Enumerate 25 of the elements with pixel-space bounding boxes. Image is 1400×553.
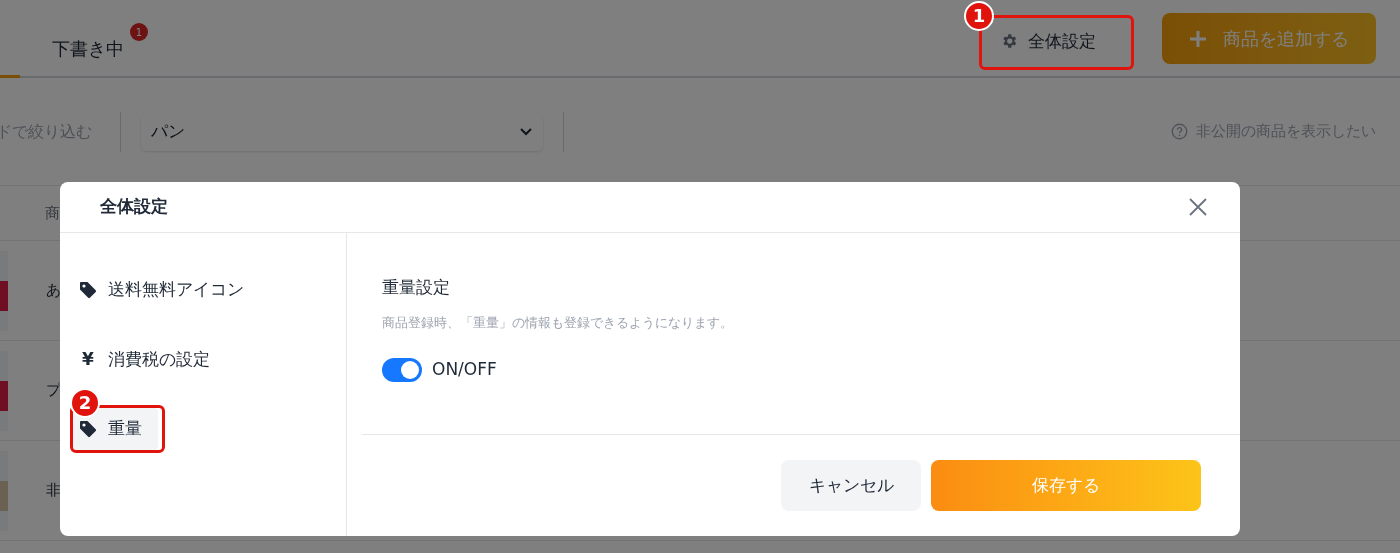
- section-title: 重量設定: [382, 276, 451, 299]
- cancel-button[interactable]: キャンセル: [781, 460, 921, 511]
- section-description: 商品登録時、「重量」の情報も登録できるようになります。: [382, 313, 734, 332]
- column-header: 商: [45, 202, 60, 224]
- settings-menu-item[interactable]: ¥ 消費税の設定: [70, 338, 226, 380]
- toggle-switch[interactable]: [382, 357, 422, 382]
- table-cell-text: 非: [46, 480, 61, 502]
- tag-icon: [78, 279, 98, 300]
- table-cell-text: あ: [46, 280, 61, 302]
- step-badge: 1: [964, 0, 994, 31]
- plus-icon: [1189, 29, 1207, 48]
- active-tab-indicator: [0, 75, 20, 78]
- toggle-label: ON/OFF: [432, 358, 497, 381]
- chevron-down-icon: [519, 126, 533, 137]
- table-cell-text: プ: [46, 380, 61, 402]
- close-icon[interactable]: [1188, 197, 1208, 217]
- dialog-title: 全体設定: [100, 195, 168, 219]
- settings-menu-item[interactable]: 重量: [70, 408, 158, 450]
- help-icon: [1171, 123, 1188, 140]
- count-badge: 1: [130, 23, 148, 41]
- step-badge: 2: [70, 388, 100, 418]
- category-select[interactable]: パン: [141, 112, 543, 151]
- tag-icon: [78, 418, 98, 439]
- settings-menu-item[interactable]: 送料無料アイコン: [70, 269, 260, 311]
- yen-icon: ¥: [78, 346, 98, 372]
